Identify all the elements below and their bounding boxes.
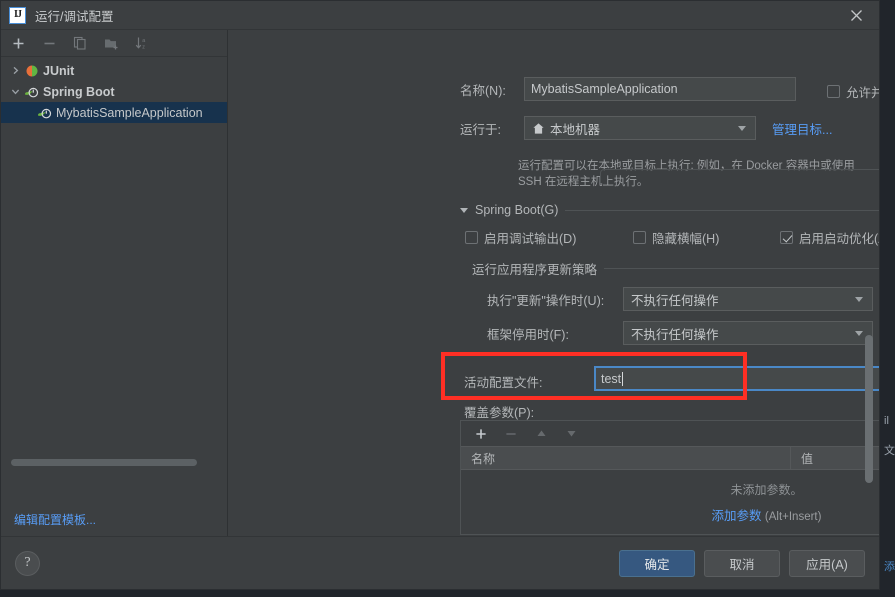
active-profiles-value: test: [601, 371, 622, 386]
checkbox-label: 允许并行运行(U): [846, 86, 879, 100]
on-update-row: 执行"更新"操作时(U): 不执行任何操作 ?: [487, 287, 879, 311]
name-label: 名称(N):: [460, 83, 506, 98]
content-vertical-scrollbar[interactable]: [865, 335, 873, 483]
enable-debug-output-checkbox[interactable]: 启用调试输出(D): [465, 228, 576, 247]
cancel-button[interactable]: 取消: [704, 549, 780, 577]
run-debug-configurations-dialog: IJ 运行/调试配置 a z JUnit Spring Boot Mybatis…: [0, 0, 880, 590]
add-parameter-link[interactable]: 添加参数: [712, 509, 762, 523]
backdrop-right-text-1: il: [884, 415, 889, 427]
dialog-button-bar: ? 确定 取消 应用(A): [1, 536, 879, 589]
active-profiles-label: 活动配置文件:: [464, 376, 543, 390]
name-row: 名称(N): MybatisSampleApplication: [460, 77, 796, 101]
on-frame-deactivation-value: 不执行任何操作: [631, 327, 719, 342]
close-icon[interactable]: [833, 1, 879, 29]
add-parameter-button[interactable]: [472, 425, 490, 443]
chevron-down-icon: [738, 126, 746, 131]
params-column-name: 名称: [461, 447, 791, 469]
remove-parameter-button[interactable]: [502, 425, 520, 443]
svg-text:z: z: [142, 44, 145, 50]
chevron-down-icon: [855, 297, 863, 302]
dialog-title: 运行/调试配置: [35, 9, 114, 24]
move-down-button[interactable]: [562, 425, 580, 443]
on-update-action-value: 不执行任何操作: [631, 293, 719, 308]
run-on-target-combobox[interactable]: 本地机器: [524, 116, 756, 140]
run-on-label: 运行于:: [460, 122, 501, 137]
tree-node-junit[interactable]: JUnit: [1, 60, 227, 81]
checkbox-label: 隐藏横幅(H): [652, 232, 720, 246]
allow-parallel-run-checkbox[interactable]: 允许并行运行(U): [827, 82, 879, 101]
spring-boot-icon: [36, 106, 53, 120]
checkbox-label: 启用启动优化(Z): [799, 232, 879, 246]
separator-line: [604, 268, 879, 269]
sidebar-toolbar: a z: [1, 30, 227, 57]
chevron-down-icon: [855, 331, 863, 336]
backdrop-right-text-3: 添: [884, 561, 895, 573]
configuration-settings-pane: 名称(N): MybatisSampleApplication 允许并行运行(U…: [228, 30, 879, 536]
manage-targets-link[interactable]: 管理目标...: [772, 119, 832, 138]
sort-az-icon[interactable]: a z: [133, 34, 151, 52]
tree-node-label: MybatisSampleApplication: [56, 105, 203, 120]
move-up-button[interactable]: [532, 425, 550, 443]
spring-boot-section-title: Spring Boot(G): [475, 203, 559, 217]
checkbox-box: [465, 231, 478, 244]
separator-line: [565, 209, 879, 211]
apply-button[interactable]: 应用(A): [789, 549, 865, 577]
chevron-down-icon[interactable]: [460, 207, 468, 213]
dialog-body: a z JUnit Spring Boot MybatisSampleAppli…: [1, 29, 879, 536]
on-update-action-combobox[interactable]: 不执行任何操作: [623, 287, 873, 311]
help-button[interactable]: ?: [15, 550, 40, 576]
ok-button[interactable]: 确定: [619, 549, 695, 577]
params-toolbar: [461, 421, 879, 446]
local-machine-icon: [532, 122, 545, 135]
add-parameter-shortcut: (Alt+Insert): [764, 510, 822, 523]
hide-banner-checkbox[interactable]: 隐藏横幅(H): [633, 228, 719, 247]
new-folder-icon[interactable]: [102, 34, 120, 52]
on-update-label: 执行"更新"操作时(U):: [487, 293, 605, 308]
dialog-actions: 确定 取消 应用(A): [619, 549, 865, 577]
run-on-target-value: 本地机器: [550, 122, 601, 137]
collapsed-panel-edge: [600, 169, 879, 183]
run-on-row: 运行于: 本地机器 管理目标...: [460, 116, 832, 140]
override-parameters-table: 名称 值 未添加参数。 添加参数 (Alt+Insert): [460, 420, 879, 535]
tree-node-mybatis-sample-application[interactable]: MybatisSampleApplication: [1, 102, 227, 123]
checkbox-box: [633, 231, 646, 244]
checkbox-box: [780, 231, 793, 244]
edit-configuration-templates-link[interactable]: 编辑配置模板...: [1, 502, 227, 536]
copy-configuration-icon[interactable]: [71, 34, 89, 52]
configurations-sidebar: a z JUnit Spring Boot MybatisSampleAppli…: [1, 30, 228, 536]
checkbox-box: [827, 85, 840, 98]
on-frame-deactivation-combobox[interactable]: 不执行任何操作: [623, 321, 873, 345]
backdrop-right-text-2: 文: [884, 445, 895, 457]
spring-boot-icon: [23, 85, 40, 99]
checkbox-label: 启用调试输出(D): [484, 232, 577, 246]
tree-node-spring-boot[interactable]: Spring Boot: [1, 81, 227, 102]
spring-boot-section-header[interactable]: Spring Boot(G): [460, 203, 879, 217]
sidebar-horizontal-scrollbar[interactable]: [11, 459, 197, 466]
tree-node-label: JUnit: [43, 63, 75, 78]
override-parameters-label: 覆盖参数(P):: [464, 406, 535, 420]
chevron-right-icon[interactable]: [7, 66, 23, 75]
svg-text:a: a: [142, 38, 145, 44]
on-frame-deactivation-row: 框架停用时(F): 不执行任何操作 ?: [487, 321, 879, 345]
active-profiles-input[interactable]: test: [594, 366, 879, 391]
params-table-header: 名称 值: [461, 446, 879, 470]
intellij-logo-icon: IJ: [9, 6, 26, 24]
dialog-titlebar: IJ 运行/调试配置: [1, 1, 879, 29]
update-policy-section-title: 运行应用程序更新策略: [472, 263, 598, 277]
name-input[interactable]: MybatisSampleApplication: [524, 77, 796, 101]
junit-icon: [23, 64, 40, 78]
params-empty-action: 添加参数 (Alt+Insert): [712, 505, 822, 524]
chevron-down-icon[interactable]: [7, 87, 23, 96]
text-caret: [622, 371, 624, 386]
update-policy-section-header: 运行应用程序更新策略: [472, 259, 879, 278]
add-configuration-button[interactable]: [9, 34, 27, 52]
on-frame-deactivation-label: 框架停用时(F):: [487, 327, 569, 342]
tree-node-label: Spring Boot: [43, 84, 115, 99]
params-table-empty-state: 未添加参数。 添加参数 (Alt+Insert): [461, 470, 879, 534]
remove-configuration-button[interactable]: [40, 34, 58, 52]
configurations-tree[interactable]: JUnit Spring Boot MybatisSampleApplicati…: [1, 57, 227, 502]
enable-launch-optimization-checkbox[interactable]: 启用启动优化(Z): [780, 228, 879, 247]
params-empty-message: 未添加参数。: [730, 482, 803, 497]
